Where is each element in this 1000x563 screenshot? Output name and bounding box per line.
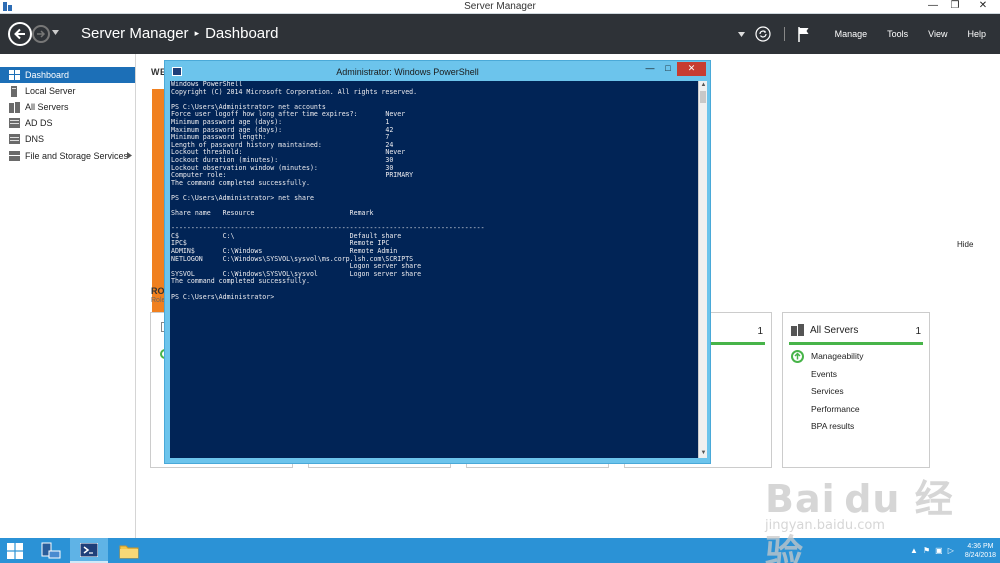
history-dropdown-icon[interactable] <box>52 30 59 35</box>
chevron-right-icon <box>127 152 132 159</box>
all-servers-bpa-results[interactable]: BPA results <box>811 421 854 431</box>
roles-heading: RO <box>151 286 165 296</box>
breadcrumb-root[interactable]: Server Manager <box>81 25 189 42</box>
notifications-flag-icon[interactable] <box>797 26 810 42</box>
breadcrumb-current: Dashboard <box>205 25 279 42</box>
servers-icon <box>8 101 20 113</box>
baidu-watermark: Bai du 经验 jingyan.baidu.com <box>765 460 975 563</box>
dashboard-icon <box>8 70 20 81</box>
manageability-ok-icon <box>791 350 804 363</box>
close-button[interactable]: ✕ <box>966 0 1000 13</box>
arrow-right-icon <box>37 30 46 38</box>
status-bar <box>789 342 923 345</box>
hide-welcome-link[interactable]: Hide <box>957 240 973 249</box>
back-button[interactable] <box>8 22 32 46</box>
watermark-url: jingyan.baidu.com <box>765 518 885 533</box>
taskbar-powershell[interactable] <box>70 538 108 563</box>
sidebar-item-label: Dashboard <box>25 70 70 80</box>
ad-ds-icon <box>8 118 20 129</box>
sidebar-item-label: DNS <box>25 134 45 144</box>
server-manager-icon <box>41 542 61 558</box>
window-title: Server Manager <box>464 1 536 12</box>
dns-icon <box>8 134 20 145</box>
sidebar-item-label: AD DS <box>25 118 53 128</box>
folder-icon <box>119 545 139 558</box>
menu-tools[interactable]: Tools <box>887 29 908 39</box>
sidebar-item-all-servers[interactable]: All Servers <box>0 99 135 115</box>
menu-help[interactable]: Help <box>967 29 986 39</box>
all-servers-count: 1 <box>915 326 921 337</box>
refresh-icon[interactable] <box>754 26 771 42</box>
restore-button[interactable]: ❐ <box>944 0 966 13</box>
powershell-title: Administrator: Windows PowerShell <box>336 67 479 77</box>
minimize-button[interactable]: — <box>922 0 944 13</box>
powershell-titlebar[interactable]: Administrator: Windows PowerShell — □ ✕ <box>165 61 710 81</box>
start-button[interactable] <box>0 538 30 563</box>
breadcrumb: Server Manager ▸ Dashboard <box>81 25 278 42</box>
console-scrollbar[interactable]: ▲ ▼ <box>698 81 707 458</box>
sidebar-item-dns[interactable]: DNS <box>0 131 135 147</box>
role-card-count: 1 <box>757 326 763 337</box>
powershell-icon <box>80 542 98 557</box>
all-servers-card[interactable]: All Servers 1 Manageability Events Servi… <box>782 312 930 468</box>
powershell-console[interactable]: Windows PowerShell Copyright (C) 2014 Mi… <box>170 81 698 458</box>
all-servers-services[interactable]: Services <box>811 386 844 396</box>
menu-manage[interactable]: Manage <box>835 29 868 39</box>
breadcrumb-separator-icon: ▸ <box>194 28 200 38</box>
menu-view[interactable]: View <box>928 29 947 39</box>
watermark-main-text: Bai du 经验 <box>765 477 954 563</box>
server-icon <box>8 85 20 97</box>
scroll-thumb[interactable] <box>700 91 706 103</box>
header-divider <box>783 27 785 41</box>
ps-minimize-button[interactable]: — <box>641 62 659 76</box>
all-servers-title[interactable]: All Servers <box>810 325 858 336</box>
ps-close-button[interactable]: ✕ <box>677 62 706 76</box>
scroll-down-icon[interactable]: ▼ <box>699 449 708 458</box>
sidebar-item-label: All Servers <box>25 102 69 112</box>
header-bar: Server Manager ▸ Dashboard Manage Tools Vi… <box>0 14 1000 54</box>
sidebar-item-local-server[interactable]: Local Server <box>0 83 135 99</box>
forward-button[interactable] <box>32 25 50 43</box>
sidebar-item-file-storage[interactable]: File and Storage Services <box>0 148 135 164</box>
all-servers-performance[interactable]: Performance <box>811 404 860 414</box>
all-servers-manageability[interactable]: Manageability <box>811 351 863 361</box>
servers-icon <box>791 324 804 336</box>
storage-icon <box>8 151 20 162</box>
all-servers-events[interactable]: Events <box>811 369 837 379</box>
sidebar-item-label: Local Server <box>25 86 76 96</box>
taskbar-file-explorer[interactable] <box>113 538 145 563</box>
powershell-window[interactable]: Administrator: Windows PowerShell — □ ✕ … <box>164 60 711 464</box>
console-output: Windows PowerShell Copyright (C) 2014 Mi… <box>171 81 485 301</box>
taskbar-server-manager[interactable] <box>35 538 67 563</box>
sidebar: Dashboard Local Server All Servers AD DS… <box>0 54 136 538</box>
sidebar-item-dashboard[interactable]: Dashboard <box>0 67 135 83</box>
sidebar-item-ad-ds[interactable]: AD DS <box>0 115 135 131</box>
arrow-left-icon <box>14 28 25 40</box>
refresh-dropdown-icon[interactable] <box>737 31 745 37</box>
ps-maximize-button[interactable]: □ <box>659 62 677 76</box>
sidebar-item-label: File and Storage Services <box>25 151 129 161</box>
scroll-up-icon[interactable]: ▲ <box>699 81 708 90</box>
windows-logo-icon <box>7 542 23 559</box>
window-titlebar: Server Manager — ❐ ✕ <box>0 0 1000 14</box>
